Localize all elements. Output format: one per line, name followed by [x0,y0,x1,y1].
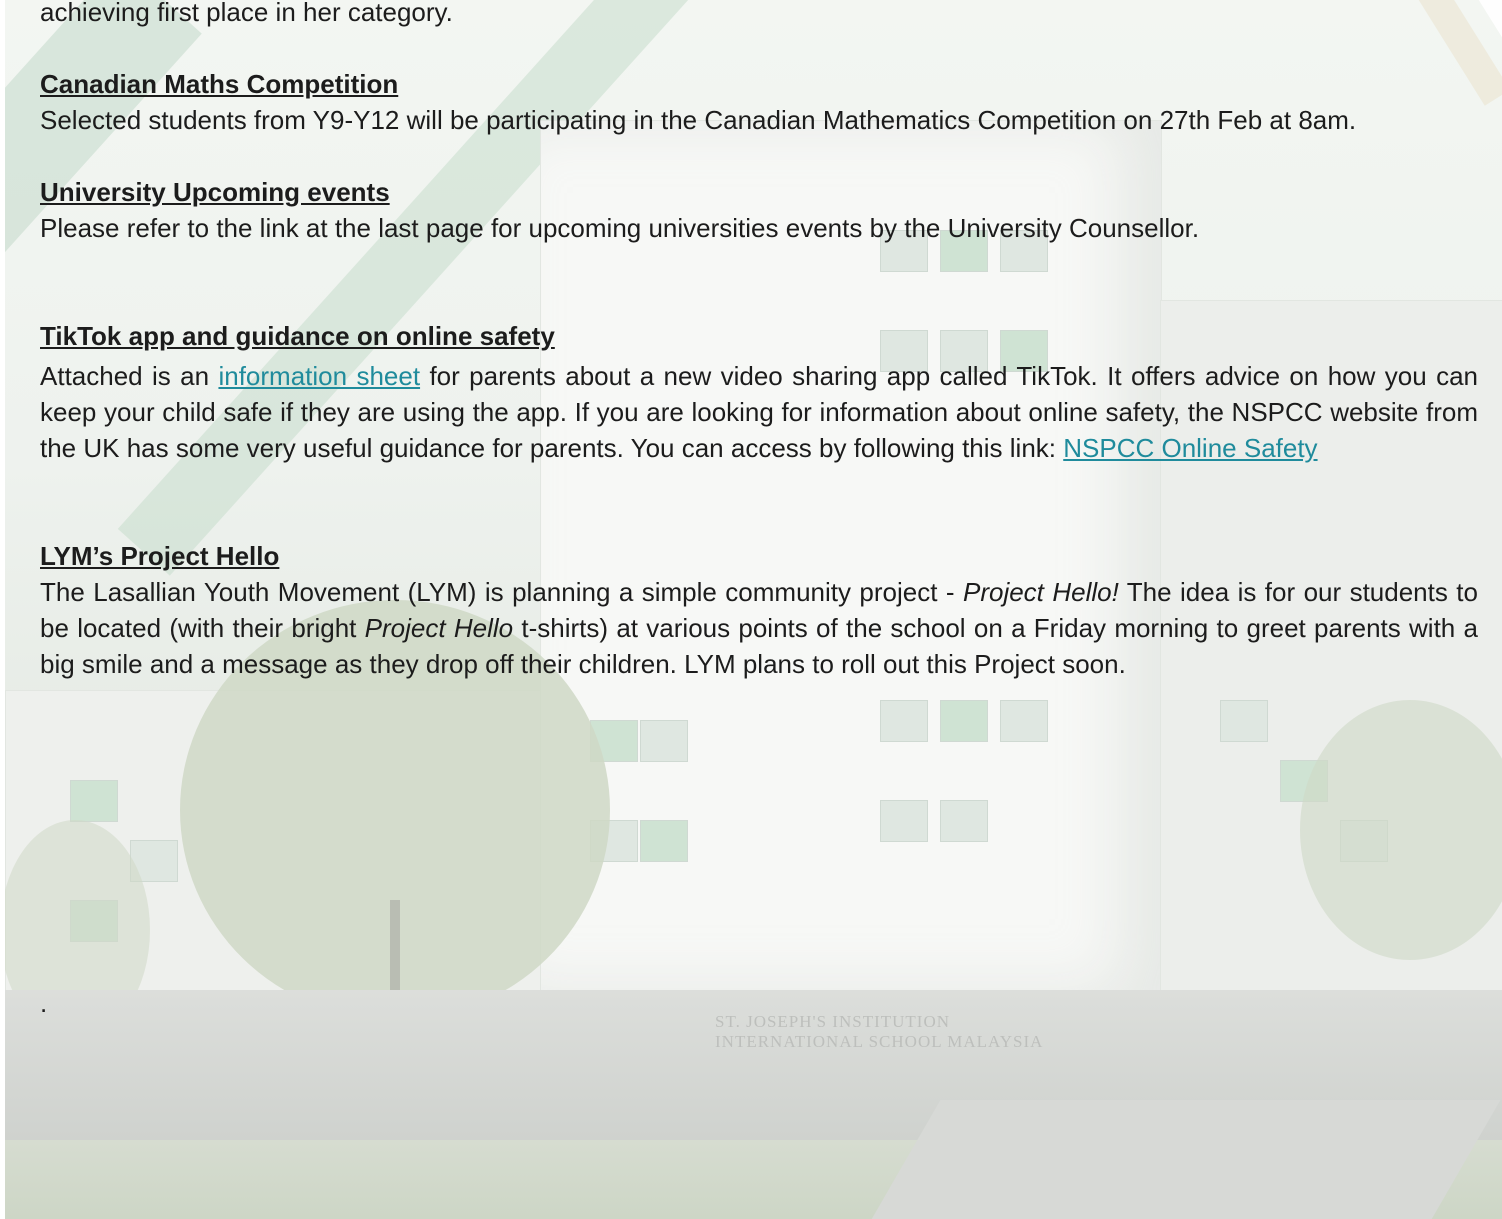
window [640,720,688,762]
section-body-project-hello: The Lasallian Youth Movement (LYM) is pl… [40,574,1478,682]
section-body-tiktok-safety: Attached is an information sheet for par… [40,358,1478,466]
information-sheet-link[interactable]: information sheet [218,361,420,391]
road [859,1100,1501,1219]
section-heading-project-hello: LYM’s Project Hello [40,541,280,571]
continued-paragraph: achieving first place in her category. [40,0,453,27]
school-sign-line: INTERNATIONAL SCHOOL MALAYSIA [715,1032,1044,1051]
section-heading-canadian-maths: Canadian Maths Competition [40,69,399,99]
body-text: The Lasallian Youth Movement (LYM) is pl… [40,577,963,607]
window [940,800,988,842]
window [880,700,928,742]
school-sign-line: ST. JOSEPH'S INSTITUTION [715,1012,951,1031]
section-heading-tiktok-safety: TikTok app and guidance on online safety [40,321,555,351]
window [940,700,988,742]
window [640,820,688,862]
window [70,780,118,822]
italic-text: Project Hello! [962,577,1119,607]
section-body-canadian-maths: Selected students from Y9-Y12 will be pa… [40,105,1357,135]
italic-text: Project Hello [364,613,514,643]
trailing-period: . [40,988,48,1018]
section-body-university-events: Please refer to the link at the last pag… [40,213,1200,243]
page-edge [0,0,5,1219]
window [1220,700,1268,742]
body-text: Attached is an [40,361,219,391]
window [880,800,928,842]
nspcc-online-safety-link[interactable]: NSPCC Online Safety [1063,433,1317,463]
window [1000,700,1048,742]
school-sign: ST. JOSEPH'S INSTITUTION INTERNATIONAL S… [715,1012,1043,1052]
section-heading-university-events: University Upcoming events [40,177,390,207]
